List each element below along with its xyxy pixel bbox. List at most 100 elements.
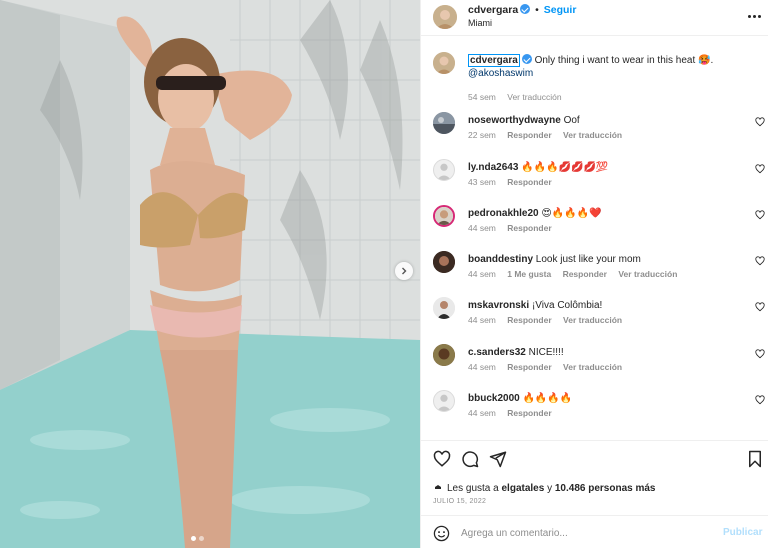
- chevron-right-icon: [402, 267, 407, 275]
- comment-text: mskavronski ¡Viva Colômbia!: [468, 299, 738, 312]
- comment-username[interactable]: mskavronski: [468, 300, 529, 311]
- caption-text: cdvergara Only thing i want to wear in t…: [468, 54, 738, 80]
- comment-text: noseworthydwayne Oof: [468, 114, 738, 127]
- heart-icon[interactable]: [755, 164, 765, 174]
- comment-body: 🔥🔥🔥🔥: [522, 393, 573, 404]
- comment-avatar[interactable]: [433, 390, 455, 412]
- reply-button[interactable]: Responder: [507, 177, 551, 187]
- comment-body: ¡Viva Colômbia!: [531, 300, 603, 311]
- comment-body: 😍🔥🔥🔥❤️: [541, 208, 602, 219]
- heart-icon[interactable]: [755, 210, 765, 220]
- comment-time[interactable]: 44 sem: [468, 223, 496, 233]
- comment-icon[interactable]: [461, 450, 479, 468]
- caption-meta: 54 sem Ver traducción: [468, 92, 571, 102]
- caption-avatar[interactable]: [433, 52, 455, 74]
- comment-meta: 44 sem Responder: [468, 408, 561, 418]
- liker-avatar[interactable]: [433, 482, 443, 492]
- follow-button[interactable]: Seguir: [544, 4, 577, 16]
- send-icon[interactable]: [489, 450, 507, 468]
- comment-time[interactable]: 44 sem: [468, 362, 496, 372]
- comment-likes-count[interactable]: 1 Me gusta: [507, 269, 551, 279]
- comment-text: boanddestiny Look just like your mom: [468, 253, 738, 266]
- translate-link[interactable]: Ver traducción: [563, 362, 622, 372]
- comment-text: ly.nda2643 🔥🔥🔥💋💋💋💯: [468, 161, 738, 174]
- likes-prefix: Les gusta a: [447, 483, 499, 494]
- comment-time[interactable]: 44 sem: [468, 408, 496, 418]
- post-photo[interactable]: [0, 0, 420, 548]
- comment-username[interactable]: pedronakhle20: [468, 208, 539, 219]
- reply-button[interactable]: Responder: [507, 315, 551, 325]
- comment-meta: 44 sem Responder Ver traducción: [468, 315, 631, 325]
- reply-button[interactable]: Responder: [507, 130, 551, 140]
- heart-icon[interactable]: [433, 450, 451, 468]
- carousel-dot: [199, 536, 204, 541]
- caption-translate-link[interactable]: Ver traducción: [507, 92, 561, 102]
- post-location[interactable]: Miami: [468, 18, 492, 28]
- caption-body: Only thing i want to wear in this heat 🥵…: [534, 55, 714, 66]
- verified-badge-icon: [521, 54, 532, 64]
- carousel-dot: [191, 536, 196, 541]
- comment-avatar[interactable]: [433, 205, 455, 227]
- add-comment-row: Publicar: [421, 515, 768, 548]
- more-options-icon[interactable]: [747, 9, 761, 23]
- caption-username[interactable]: cdvergara: [468, 54, 520, 67]
- translate-link[interactable]: Ver traducción: [563, 130, 622, 140]
- translate-link[interactable]: Ver traducción: [563, 315, 622, 325]
- photo-image: [0, 0, 420, 548]
- comment-avatar[interactable]: [433, 112, 455, 134]
- verified-badge-icon: [520, 4, 531, 14]
- caption-mention[interactable]: @akoshaswim: [468, 68, 533, 79]
- reply-button[interactable]: Responder: [563, 269, 607, 279]
- publish-button[interactable]: Publicar: [723, 527, 762, 538]
- caption-time[interactable]: 54 sem: [468, 92, 496, 102]
- likes-others[interactable]: 10.486 personas más: [555, 483, 656, 494]
- heart-icon[interactable]: [755, 117, 765, 127]
- comment-avatar[interactable]: [433, 251, 455, 273]
- post-date[interactable]: JULIO 15, 2022: [433, 498, 486, 505]
- reply-button[interactable]: Responder: [507, 223, 551, 233]
- heart-icon[interactable]: [755, 395, 765, 405]
- author-line: cdvergara • Seguir: [468, 4, 576, 16]
- heart-icon[interactable]: [755, 349, 765, 359]
- comment-body: 🔥🔥🔥💋💋💋💯: [521, 162, 609, 173]
- comment-time[interactable]: 22 sem: [468, 130, 496, 140]
- comment-username[interactable]: bbuck2000: [468, 393, 520, 404]
- comment-body: Oof: [563, 115, 580, 126]
- bookmark-icon[interactable]: [746, 450, 764, 468]
- comment-meta: 43 sem Responder: [468, 177, 561, 187]
- comment-body: Look just like your mom: [535, 254, 641, 265]
- author-username[interactable]: cdvergara: [468, 4, 518, 16]
- comment-meta: 44 sem Responder Ver traducción: [468, 362, 631, 372]
- comment-text: pedronakhle20 😍🔥🔥🔥❤️: [468, 207, 738, 220]
- reply-button[interactable]: Responder: [507, 362, 551, 372]
- carousel-next-button[interactable]: [395, 262, 413, 280]
- comment-meta: 22 sem Responder Ver traducción: [468, 130, 631, 140]
- comment-text: bbuck2000 🔥🔥🔥🔥: [468, 392, 738, 405]
- comment-meta: 44 sem 1 Me gusta Responder Ver traducci…: [468, 269, 686, 279]
- post-actions: Les gusta a elgatales y 10.486 personas …: [421, 440, 768, 548]
- translate-link[interactable]: Ver traducción: [618, 269, 677, 279]
- comment-avatar[interactable]: [433, 344, 455, 366]
- author-avatar[interactable]: [433, 5, 457, 29]
- separator: •: [535, 4, 539, 16]
- comment-time[interactable]: 44 sem: [468, 315, 496, 325]
- heart-icon[interactable]: [755, 256, 765, 266]
- likes-summary: Les gusta a elgatales y 10.486 personas …: [433, 482, 656, 494]
- comment-username[interactable]: noseworthydwayne: [468, 115, 561, 126]
- reply-button[interactable]: Responder: [507, 408, 551, 418]
- comment-username[interactable]: c.sanders32: [468, 347, 526, 358]
- add-comment-input[interactable]: [461, 525, 701, 541]
- comment-avatar[interactable]: [433, 297, 455, 319]
- carousel-dots: [191, 536, 204, 541]
- comment-time[interactable]: 44 sem: [468, 269, 496, 279]
- comment-time[interactable]: 43 sem: [468, 177, 496, 187]
- comment-username[interactable]: boanddestiny: [468, 254, 533, 265]
- comment-avatar[interactable]: [433, 159, 455, 181]
- comment-body: NICE!!!!: [528, 347, 564, 358]
- heart-icon[interactable]: [755, 302, 765, 312]
- likes-user[interactable]: elgatales: [502, 483, 545, 494]
- comment-username[interactable]: ly.nda2643: [468, 162, 518, 173]
- comments-list[interactable]: cdvergara Only thing i want to wear in t…: [421, 44, 768, 440]
- emoji-smile-icon[interactable]: [433, 525, 450, 542]
- comment-meta: 44 sem Responder: [468, 223, 561, 233]
